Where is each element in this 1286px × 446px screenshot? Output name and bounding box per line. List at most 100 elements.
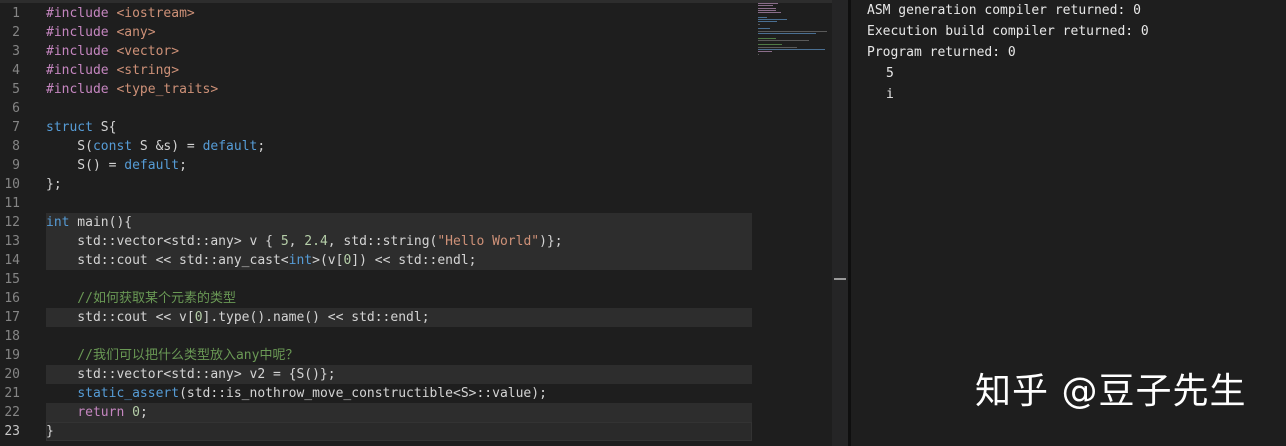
- line-number: 20: [4, 367, 20, 382]
- code-line[interactable]: }: [46, 422, 752, 441]
- line-number: 15: [4, 272, 20, 287]
- code-line[interactable]: #include <iostream>: [46, 4, 752, 23]
- code-token: <type_traits>: [116, 82, 219, 97]
- code-token: , std::string(: [327, 234, 438, 249]
- line-number-gutter: 1 2 3 4 5 6 7 8 9 10 11 12 13 14 15 16 17 18 19 20 21 22 23: [0, 0, 40, 446]
- line-number: 13: [4, 234, 20, 249]
- code-token: };: [46, 177, 62, 192]
- minimap-line: [758, 46, 797, 48]
- code-line[interactable]: S(const S &s) = default;: [46, 137, 752, 156]
- output-asm-status: ASM generation compiler returned: 0: [867, 3, 1141, 18]
- minimap-line: [758, 16, 767, 18]
- minimap-line: [758, 39, 809, 41]
- code-token: S{: [92, 120, 117, 135]
- output-value: i: [886, 87, 894, 102]
- code-token: 0: [132, 405, 140, 420]
- minimap-line: [758, 3, 778, 4]
- code-token: #include: [46, 82, 117, 97]
- code-token: (std::is_nothrow_move_constructible<S>::…: [179, 386, 547, 401]
- output-program-status: Program returned: 0: [867, 45, 1016, 60]
- line-number: 8: [12, 139, 20, 154]
- code-token: //如何获取某个元素的类型: [46, 291, 236, 306]
- code-token: std::vector<std::any> v {: [46, 234, 281, 249]
- code-token: ;: [139, 405, 148, 420]
- code-line[interactable]: std::vector<std::any> v2 = {S()};: [46, 365, 752, 384]
- code-line[interactable]: [46, 194, 752, 213]
- code-line[interactable]: static_assert(std::is_nothrow_move_const…: [46, 384, 752, 403]
- minimap-line: [758, 9, 776, 11]
- line-number: 18: [4, 329, 20, 344]
- line-number: 19: [4, 348, 20, 363]
- code-token: S() =: [46, 158, 125, 173]
- code-token: default: [124, 158, 180, 173]
- code-token: 0: [194, 310, 203, 325]
- code-token: <vector>: [116, 44, 180, 59]
- code-token: #include: [46, 25, 117, 40]
- minimap[interactable]: [758, 3, 832, 63]
- line-number: 2: [12, 25, 20, 40]
- code-line[interactable]: #include <vector>: [46, 42, 752, 61]
- output-execution-status: Execution build compiler returned: 0: [867, 24, 1149, 39]
- code-token: std::cout << v[: [46, 310, 195, 325]
- editor-scrollbar[interactable]: [832, 0, 848, 446]
- line-number: 14: [4, 253, 20, 268]
- minimap-line: [758, 49, 825, 50]
- code-line[interactable]: [46, 327, 752, 346]
- code-line[interactable]: };: [46, 175, 752, 194]
- code-line[interactable]: int main(){: [46, 213, 752, 232]
- code-token: //我们可以把什么类型放入any中呢？: [46, 348, 299, 363]
- code-token: )};: [539, 234, 563, 249]
- code-token: }: [46, 424, 54, 439]
- minimap-line: [758, 30, 827, 32]
- code-line[interactable]: #include <string>: [46, 61, 752, 80]
- code-line[interactable]: S() = default;: [46, 156, 752, 175]
- line-number: 10: [4, 177, 20, 192]
- code-token: #include: [46, 6, 117, 21]
- minimap-line: [758, 7, 776, 9]
- code-token: int: [46, 215, 70, 230]
- line-number: 21: [4, 386, 20, 401]
- code-editor[interactable]: 1 2 3 4 5 6 7 8 9 10 11 12 13 14 15 16 17 18 19 20 21 22 23 #i…: [0, 0, 832, 446]
- line-number: 17: [4, 310, 20, 325]
- code-token: ].type().name() << std::endl;: [202, 310, 430, 325]
- code-line[interactable]: [46, 99, 752, 118]
- code-token: main(){: [69, 215, 133, 230]
- minimap-line: [758, 53, 759, 55]
- code-token: default: [202, 139, 258, 154]
- code-line[interactable]: #include <any>: [46, 23, 752, 42]
- code-token: const: [92, 139, 133, 154]
- code-line[interactable]: [46, 270, 752, 289]
- minimap-line: [758, 37, 776, 39]
- code-line[interactable]: //我们可以把什么类型放入any中呢？: [46, 346, 752, 365]
- code-token: return: [77, 405, 125, 420]
- code-line[interactable]: struct S{: [46, 118, 752, 137]
- code-token: static_assert: [77, 386, 180, 401]
- minimap-line: [758, 32, 816, 34]
- line-number: 11: [4, 196, 20, 211]
- minimap-line: [758, 44, 782, 46]
- code-token: 2.4: [304, 234, 328, 249]
- code-token: 5: [280, 234, 289, 249]
- line-number: 3: [12, 44, 20, 59]
- zhihu-watermark: 知乎 @豆子先生: [975, 371, 1247, 412]
- code-token: struct: [46, 120, 93, 135]
- line-number: 9: [12, 158, 20, 173]
- code-line[interactable]: #include <type_traits>: [46, 80, 752, 99]
- code-line[interactable]: std::vector<std::any> v { 5, 2.4, std::s…: [46, 232, 752, 251]
- code-line[interactable]: std::cout << v[0].type().name() << std::…: [46, 308, 752, 327]
- code-token: >(v[: [312, 253, 344, 268]
- code-line[interactable]: //如何获取某个元素的类型: [46, 289, 752, 308]
- code-area[interactable]: #include <iostream> #include <any> #includ…: [46, 0, 752, 446]
- line-number: 4: [12, 63, 20, 78]
- line-number: 7: [12, 120, 20, 135]
- code-line[interactable]: std::cout << std::any_cast<int>(v[0]) <<…: [46, 251, 752, 270]
- code-token: std::cout << std::any_cast<: [46, 253, 289, 268]
- code-token: int: [288, 253, 313, 268]
- code-line[interactable]: return 0;: [46, 403, 752, 422]
- scrollbar-cursor-marker: [834, 278, 846, 280]
- minimap-line: [758, 23, 760, 25]
- line-number: 16: [4, 291, 20, 306]
